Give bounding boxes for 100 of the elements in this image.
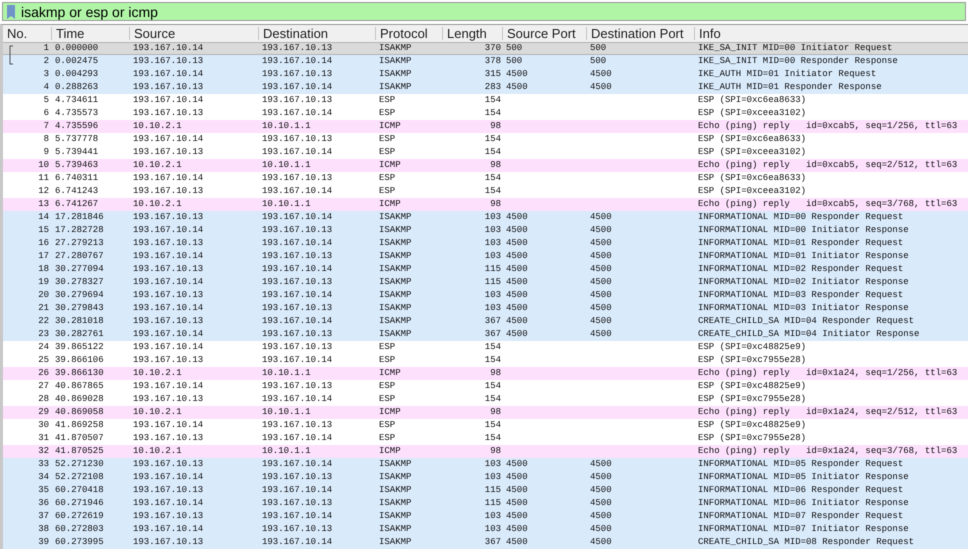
table-cell: ISAKMP <box>379 265 412 274</box>
column-header[interactable]: No. <box>3 27 51 40</box>
packet-row[interactable]: 19 30.278327 193.167.10.14 193.167.10.13 ISAKMP 115 4500 4500 INFORMATIONAL MID=02 Initiator Response <box>3 276 968 289</box>
table-cell: 193.167.10.13 <box>262 135 332 144</box>
packet-row[interactable]: 1 0.000000 193.167.10.14 193.167.10.13 ISAKMP 370 500 500 IKE_SA_INIT MID=00 Initiator Request <box>3 42 968 55</box>
table-cell: 0.004293 <box>55 70 98 79</box>
table-cell: 4500 <box>506 265 528 274</box>
table-cell: 6.741243 <box>55 187 98 196</box>
table-cell: 13 <box>38 200 49 209</box>
table-cell: ESP (SPI=0xceea3102) <box>698 109 806 118</box>
packet-row[interactable]: 36 60.271946 193.167.10.14 193.167.10.13 ISAKMP 115 4500 4500 INFORMATIONAL MID=06 Initiator Response <box>3 497 968 510</box>
table-cell: 10.10.2.1 <box>133 200 182 209</box>
table-cell: INFORMATIONAL MID=07 Responder Request <box>698 512 904 521</box>
packet-row[interactable]: 14 17.281846 193.167.10.13 193.167.10.14 ISAKMP 103 4500 4500 INFORMATIONAL MID=00 Responder Request <box>3 211 968 224</box>
packet-row[interactable]: 22 30.281018 193.167.10.13 193.167.10.14 ISAKMP 367 4500 4500 CREATE_CHILD_SA MID=04 Responder Request <box>3 315 968 328</box>
table-cell: 4500 <box>590 213 612 222</box>
table-cell: 193.167.10.14 <box>133 278 204 287</box>
table-cell: 39 <box>38 538 49 547</box>
column-header[interactable]: Protocol <box>375 27 442 40</box>
table-cell: 22 <box>38 317 49 326</box>
packet-row[interactable]: 33 52.271230 193.167.10.13 193.167.10.14 ISAKMP 103 4500 4500 INFORMATIONAL MID=05 Responder Request <box>3 458 968 471</box>
table-cell: 193.167.10.13 <box>262 304 332 313</box>
bookmark-icon[interactable] <box>7 4 15 18</box>
packet-row[interactable]: 32 41.870525 10.10.2.1 10.10.1.1 ICMP 98 Echo (ping) reply id=0x1a24, seq=3/768, ttl=63 <box>3 445 968 458</box>
table-cell: IKE_AUTH MID=01 Responder Response <box>698 83 882 92</box>
packet-row[interactable]: 26 39.866130 10.10.2.1 10.10.1.1 ICMP 98 Echo (ping) reply id=0x1a24, seq=1/256, ttl=63 <box>3 367 968 380</box>
table-cell: 40.869058 <box>55 408 104 417</box>
table-cell: ISAKMP <box>379 460 412 469</box>
table-cell: 193.167.10.13 <box>133 213 204 222</box>
table-cell: Echo (ping) reply id=0x1a24, seq=3/768, ttl=63 <box>698 447 958 456</box>
packet-row[interactable]: 16 27.279213 193.167.10.13 193.167.10.14 ISAKMP 103 4500 4500 INFORMATIONAL MID=01 Responder Request <box>3 237 968 250</box>
packet-row[interactable]: 39 60.273995 193.167.10.13 193.167.10.14 ISAKMP 367 4500 4500 CREATE_CHILD_SA MID=08 Responder Request <box>3 536 968 549</box>
table-cell: 4500 <box>590 473 612 482</box>
table-cell: 11 <box>38 174 49 183</box>
table-cell: 193.167.10.14 <box>262 486 332 495</box>
table-cell: ISAKMP <box>379 70 412 79</box>
packet-row[interactable]: 3 0.004293 193.167.10.14 193.167.10.13 ISAKMP 315 4500 4500 IKE_AUTH MID=01 Initiator Request <box>3 68 968 81</box>
packet-row[interactable]: 18 30.277094 193.167.10.13 193.167.10.14 ISAKMP 115 4500 4500 INFORMATIONAL MID=02 Responder Request <box>3 263 968 276</box>
table-cell: ISAKMP <box>379 252 412 261</box>
table-cell: ESP (SPI=0xc7955e28) <box>698 395 806 404</box>
table-cell: 21 <box>38 304 49 313</box>
packet-row[interactable]: 35 60.270418 193.167.10.13 193.167.10.14 ISAKMP 115 4500 4500 INFORMATIONAL MID=06 Responder Request <box>3 484 968 497</box>
table-cell: Echo (ping) reply id=0xcab5, seq=3/768, ttl=63 <box>698 200 958 209</box>
table-cell: CREATE_CHILD_SA MID=04 Responder Request <box>698 317 914 326</box>
table-cell: 4500 <box>506 304 528 313</box>
packet-row[interactable]: 7 4.735596 10.10.2.1 10.10.1.1 ICMP 98 Echo (ping) reply id=0xcab5, seq=1/256, ttl=63 <box>3 120 968 133</box>
table-cell: INFORMATIONAL MID=03 Initiator Response <box>698 304 909 313</box>
table-cell: 30.279694 <box>55 291 104 300</box>
table-cell: 30 <box>38 421 49 430</box>
packet-row[interactable]: 21 30.279843 193.167.10.14 193.167.10.13 ISAKMP 103 4500 4500 INFORMATIONAL MID=03 Initiator Response <box>3 302 968 315</box>
table-cell: 154 <box>484 382 501 391</box>
table-cell: 370 <box>484 44 501 53</box>
table-cell: 193.167.10.14 <box>133 330 204 339</box>
table-cell: 367 <box>484 538 501 547</box>
column-header[interactable]: Destination <box>258 27 375 40</box>
column-header[interactable]: Destination Port <box>586 27 694 40</box>
table-cell: 98 <box>490 122 501 131</box>
packet-row[interactable]: 4 0.288263 193.167.10.13 193.167.10.14 ISAKMP 283 4500 4500 IKE_AUTH MID=01 Responder Response <box>3 81 968 94</box>
column-header[interactable]: Time <box>51 27 129 40</box>
table-cell: 193.167.10.13 <box>133 57 204 66</box>
table-cell: 4500 <box>590 525 612 534</box>
packet-row[interactable]: 34 52.272108 193.167.10.14 193.167.10.13 ISAKMP 103 4500 4500 INFORMATIONAL MID=05 Initiator Response <box>3 471 968 484</box>
table-cell: 115 <box>484 499 501 508</box>
table-cell: 10.10.2.1 <box>133 161 182 170</box>
table-cell: 4.735596 <box>55 122 98 131</box>
table-cell: 193.167.10.14 <box>262 434 332 443</box>
table-cell: 33 <box>38 460 49 469</box>
table-cell: 193.167.10.14 <box>262 317 332 326</box>
table-cell: 193.167.10.14 <box>262 239 332 248</box>
table-cell: 0.288263 <box>55 83 98 92</box>
table-cell: INFORMATIONAL MID=05 Initiator Response <box>698 473 909 482</box>
table-cell: ISAKMP <box>379 512 412 521</box>
packet-row[interactable]: 15 17.282728 193.167.10.14 193.167.10.13 ISAKMP 103 4500 4500 INFORMATIONAL MID=00 Initiator Response <box>3 224 968 237</box>
table-cell: 193.167.10.13 <box>262 252 332 261</box>
packet-row[interactable]: 37 60.272619 193.167.10.13 193.167.10.14 ISAKMP 103 4500 4500 INFORMATIONAL MID=07 Responder Request <box>3 510 968 523</box>
packet-row[interactable]: 17 27.280767 193.167.10.14 193.167.10.13 ISAKMP 103 4500 4500 INFORMATIONAL MID=01 Initiator Response <box>3 250 968 263</box>
table-cell: 4500 <box>506 512 528 521</box>
column-header[interactable]: Length <box>442 27 502 40</box>
packet-row[interactable]: 2 0.002475 193.167.10.13 193.167.10.14 ISAKMP 378 500 500 IKE_SA_INIT MID=00 Responder Response <box>3 55 968 68</box>
table-cell: Echo (ping) reply id=0xcab5, seq=1/256, ttl=63 <box>698 122 958 131</box>
packet-row[interactable]: 20 30.279694 193.167.10.13 193.167.10.14 ISAKMP 103 4500 4500 INFORMATIONAL MID=03 Responder Request <box>3 289 968 302</box>
table-cell: Echo (ping) reply id=0xcab5, seq=2/512, ttl=63 <box>698 161 958 170</box>
table-cell: 18 <box>38 265 49 274</box>
packet-row[interactable]: 23 30.282761 193.167.10.14 193.167.10.13 ISAKMP 367 4500 4500 CREATE_CHILD_SA MID=04 Initiator Response <box>3 328 968 341</box>
table-cell: 10.10.2.1 <box>133 369 182 378</box>
table-cell: 10.10.2.1 <box>133 447 182 456</box>
table-cell: 193.167.10.13 <box>133 538 204 547</box>
column-header[interactable]: Source <box>129 27 258 40</box>
packet-row[interactable]: 13 6.741267 10.10.2.1 10.10.1.1 ICMP 98 Echo (ping) reply id=0xcab5, seq=3/768, ttl=63 <box>3 198 968 211</box>
column-header[interactable]: Source Port <box>502 27 586 40</box>
packet-row[interactable]: 38 60.272803 193.167.10.14 193.167.10.13 ISAKMP 103 4500 4500 INFORMATIONAL MID=07 Initiator Response <box>3 523 968 536</box>
packet-row[interactable]: 10 5.739463 10.10.2.1 10.10.1.1 ICMP 98 Echo (ping) reply id=0xcab5, seq=2/512, ttl=63 <box>3 159 968 172</box>
packet-row[interactable]: 29 40.869058 10.10.2.1 10.10.1.1 ICMP 98 Echo (ping) reply id=0x1a24, seq=2/512, ttl=63 <box>3 406 968 419</box>
table-cell: ISAKMP <box>379 525 412 534</box>
table-cell: 29 <box>38 408 49 417</box>
table-cell: ESP <box>379 421 396 430</box>
column-header[interactable]: Info <box>694 27 968 40</box>
table-cell: INFORMATIONAL MID=05 Responder Request <box>698 460 904 469</box>
table-cell: 5.739463 <box>55 161 98 170</box>
filter-field[interactable]: isakmp or esp or icmp <box>2 2 966 21</box>
